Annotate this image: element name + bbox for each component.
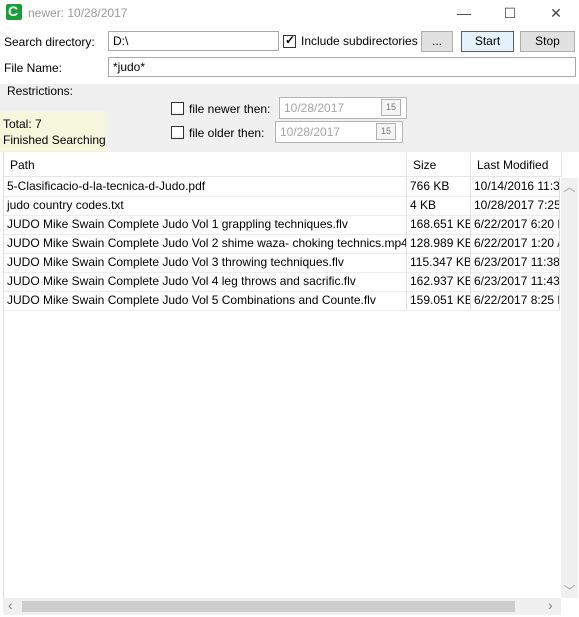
cell-size: 4 KB bbox=[407, 196, 471, 215]
calendar-icon[interactable]: 15 bbox=[376, 123, 396, 140]
cell-modified: 6/23/2017 11:43 bbox=[471, 272, 560, 291]
cell-modified: 10/14/2016 11:3 bbox=[471, 177, 560, 196]
scroll-left-icon[interactable]: ‹ bbox=[8, 597, 13, 613]
cell-modified: 6/22/2017 1:20 / bbox=[471, 234, 560, 253]
search-directory-label: Search directory: bbox=[4, 35, 95, 49]
stop-button[interactable]: Stop bbox=[520, 31, 575, 52]
file-older-date-value: 10/28/2017 bbox=[280, 125, 341, 139]
cell-path: JUDO Mike Swain Complete Judo Vol 5 Comb… bbox=[4, 291, 407, 310]
cell-path: JUDO Mike Swain Complete Judo Vol 1 grap… bbox=[4, 215, 407, 234]
minimize-button[interactable]: — bbox=[441, 0, 487, 26]
maximize-button[interactable]: ☐ bbox=[487, 0, 533, 26]
cell-path: judo country codes.txt bbox=[4, 196, 407, 215]
cell-modified: 6/22/2017 8:25 F bbox=[471, 291, 560, 310]
cell-path: JUDO Mike Swain Complete Judo Vol 3 thro… bbox=[4, 253, 407, 272]
file-older-label: file older then: bbox=[189, 126, 265, 140]
table-row[interactable]: JUDO Mike Swain Complete Judo Vol 5 Comb… bbox=[4, 291, 560, 311]
scroll-down-icon[interactable]: ﹀ bbox=[563, 582, 576, 599]
table-row[interactable]: JUDO Mike Swain Complete Judo Vol 4 leg … bbox=[4, 272, 560, 292]
close-button[interactable]: ✕ bbox=[533, 0, 579, 26]
results-list[interactable]: Path Size Last Modified 5-Clasificacio-d… bbox=[3, 153, 578, 598]
file-newer-label: file newer then: bbox=[189, 102, 271, 116]
column-header-path[interactable]: Path bbox=[4, 153, 407, 177]
scroll-up-icon[interactable]: ︿ bbox=[563, 178, 576, 195]
scroll-right-icon[interactable]: › bbox=[548, 597, 553, 613]
cell-size: 128.989 KB bbox=[407, 234, 471, 253]
table-row[interactable]: JUDO Mike Swain Complete Judo Vol 3 thro… bbox=[4, 253, 560, 273]
calendar-icon[interactable]: 15 bbox=[381, 99, 401, 116]
table-row[interactable]: JUDO Mike Swain Complete Judo Vol 1 grap… bbox=[4, 215, 560, 235]
total-count: Total: 7 bbox=[3, 117, 42, 131]
column-header-last-modified[interactable]: Last Modified bbox=[471, 153, 562, 177]
app-icon: C bbox=[6, 3, 22, 20]
start-button[interactable]: Start bbox=[461, 31, 514, 52]
file-older-checkbox[interactable] bbox=[171, 126, 184, 139]
title-bar: C newer: 10/28/2017 — ☐ ✕ bbox=[0, 0, 579, 26]
cell-path: 5-Clasificacio-d-la-tecnica-d-Judo.pdf bbox=[4, 177, 407, 196]
file-name-input[interactable]: *judo* bbox=[108, 57, 576, 77]
status-message: Finished Searching bbox=[3, 133, 106, 147]
cell-size: 766 KB bbox=[407, 177, 471, 196]
table-row[interactable]: judo country codes.txt 4 KB 10/28/2017 7… bbox=[4, 196, 560, 216]
cell-modified: 6/23/2017 11:38 bbox=[471, 253, 560, 272]
cell-size: 162.937 KB bbox=[407, 272, 471, 291]
include-subdirectories-label: Include subdirectories bbox=[301, 34, 418, 48]
cell-size: 159.051 KB bbox=[407, 291, 471, 310]
table-row[interactable]: 5-Clasificacio-d-la-tecnica-d-Judo.pdf 7… bbox=[4, 177, 560, 197]
browse-button[interactable]: ... bbox=[421, 31, 453, 52]
status-box: Total: 7 Finished Searching bbox=[0, 111, 106, 151]
cell-size: 168.651 KB bbox=[407, 215, 471, 234]
restrictions-label: Restrictions: bbox=[7, 84, 74, 98]
window-title: newer: 10/28/2017 bbox=[28, 6, 128, 20]
cell-path: JUDO Mike Swain Complete Judo Vol 2 shim… bbox=[4, 234, 407, 253]
table-row[interactable]: JUDO Mike Swain Complete Judo Vol 2 shim… bbox=[4, 234, 560, 254]
cell-modified: 10/28/2017 7:25 bbox=[471, 196, 560, 215]
cell-modified: 6/22/2017 6:20 F bbox=[471, 215, 560, 234]
horizontal-scroll-thumb[interactable] bbox=[22, 601, 515, 612]
column-header-size[interactable]: Size bbox=[407, 153, 471, 177]
vertical-scrollbar[interactable] bbox=[561, 178, 578, 598]
file-name-label: File Name: bbox=[4, 61, 63, 75]
cell-path: JUDO Mike Swain Complete Judo Vol 4 leg … bbox=[4, 272, 407, 291]
cell-size: 115.347 KB bbox=[407, 253, 471, 272]
include-subdirectories-checkbox[interactable] bbox=[283, 33, 296, 48]
file-newer-checkbox[interactable] bbox=[171, 102, 184, 115]
search-directory-input[interactable]: D:\ bbox=[108, 31, 279, 51]
file-newer-date-value: 10/28/2017 bbox=[284, 101, 345, 115]
